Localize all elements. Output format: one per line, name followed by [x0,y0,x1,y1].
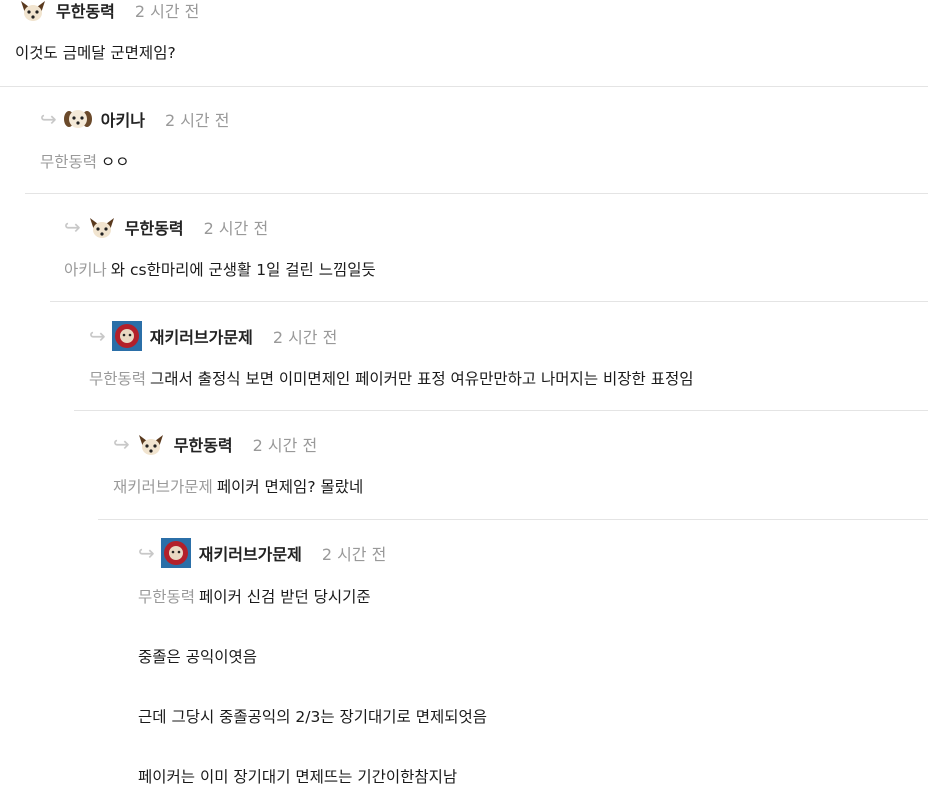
timestamp: 2 시간 전 [134,2,200,21]
comment-header: ↪ 아키나 2 시간 전 [40,104,229,134]
comment-divider [50,301,928,302]
reply-arrow-icon: ↪ [40,107,57,131]
comment-text: 무한동력 그래서 출정식 보면 이미면제인 페이커만 표정 여유만만하고 나머지는… [89,370,694,388]
comment-header: ↪ 무한동력 2 시간 전 [64,212,268,242]
timestamp: 2 시간 전 [321,545,387,564]
comment-text: 이것도 금메달 군면제임? [15,44,176,62]
comment-paragraph: 페이커는 이미 장기대기 면제뜨는 기간이한참지남 [138,768,458,786]
author-name[interactable]: 무한동력 [125,215,184,239]
comment-header: 무한동력 2 시간 전 [18,0,199,25]
comment-divider [98,519,928,520]
comment-header: ↪ 무한동력 2 시간 전 [113,429,317,459]
mention-link[interactable]: 무한동력 [40,153,97,171]
dog-avatar-icon[interactable] [18,0,48,25]
comment-text: 무한동력 ㅇㅇ [40,153,130,171]
reply-arrow-icon: ↪ [64,215,81,239]
reply-arrow-icon: ↪ [138,541,155,565]
timestamp: 2 시간 전 [272,328,338,347]
mention-link[interactable]: 무한동력 [138,588,195,606]
timestamp: 2 시간 전 [203,219,269,238]
mention-link[interactable]: 무한동력 [89,370,146,388]
timestamp: 2 시간 전 [164,111,230,130]
reply-arrow-icon: ↪ [113,432,130,456]
author-name[interactable]: 재키러브가문제 [199,541,302,565]
author-name[interactable]: 무한동력 [174,432,233,456]
comment-header: ↪ 재키러브가문제 2 시간 전 [89,321,337,351]
red-character-avatar-icon[interactable] [160,538,191,568]
dog-avatar-icon[interactable] [87,212,117,242]
mention-link[interactable]: 아키나 [64,261,107,279]
comment-text: 무한동력 페이커 신검 받던 당시기준 [138,588,371,606]
comment-header: ↪ 재키러브가문제 2 시간 전 [138,538,386,568]
comment-divider [25,193,928,194]
comment-text: 아키나 와 cs한마리에 군생활 1일 걸린 느낌일듯 [64,261,376,279]
comment-paragraph: 근데 그당시 중졸공익의 2/3는 장기대기로 면제되엇음 [138,708,488,726]
comment-paragraph: 중졸은 공익이엿음 [138,648,258,666]
mention-link[interactable]: 재키러브가문제 [113,478,213,496]
author-name[interactable]: 아키나 [101,107,145,131]
red-character-avatar-icon[interactable] [111,321,142,351]
comment-text: 재키러브가문제 페이커 면제임? 몰랐네 [113,478,364,496]
dog-avatar-icon[interactable] [136,429,166,459]
comment-divider [0,86,928,87]
reply-arrow-icon: ↪ [89,324,106,348]
puppy-avatar-icon[interactable] [63,104,93,134]
timestamp: 2 시간 전 [252,436,318,455]
author-name[interactable]: 무한동력 [56,0,115,22]
author-name[interactable]: 재키러브가문제 [150,324,253,348]
comment-divider [74,410,928,411]
